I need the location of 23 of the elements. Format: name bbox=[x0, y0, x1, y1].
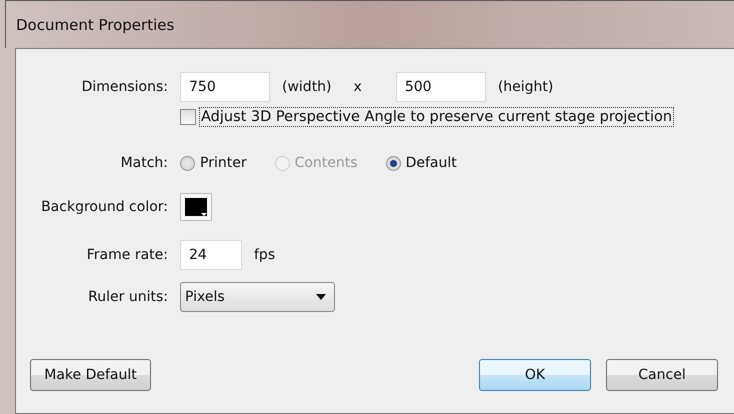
dialog-button[interactable]: Make Default bbox=[30, 359, 151, 391]
height-field[interactable]: 500 bbox=[396, 72, 486, 102]
frame-rate-field[interactable]: 24 bbox=[180, 240, 242, 270]
dialog-button[interactable]: Cancel bbox=[606, 359, 718, 391]
field-label: Background color: bbox=[40, 199, 168, 215]
field-label: Match: bbox=[120, 155, 168, 171]
radio-option[interactable]: Printer bbox=[180, 155, 247, 171]
ruler-units-dropdown[interactable]: Pixels bbox=[180, 282, 335, 312]
unit-label: (height) bbox=[498, 79, 554, 95]
field-label: Ruler units: bbox=[87, 289, 168, 305]
caret-icon bbox=[316, 294, 326, 300]
unit-label: (width) bbox=[282, 79, 332, 95]
radio-option[interactable]: Default bbox=[386, 155, 457, 171]
checkbox-label[interactable]: Adjust 3D Perspective Angle to preserve current stage projection bbox=[200, 108, 674, 126]
dialog-button[interactable]: OK bbox=[479, 359, 591, 391]
color-picker[interactable] bbox=[180, 193, 212, 221]
separator-label: x bbox=[354, 79, 362, 95]
window-title: Document Properties bbox=[16, 16, 174, 34]
field-label: Dimensions: bbox=[80, 79, 168, 95]
width-field[interactable]: 750 bbox=[180, 72, 270, 102]
checkbox[interactable] bbox=[180, 109, 196, 125]
field-label: Frame rate: bbox=[86, 247, 168, 263]
unit-label: fps bbox=[254, 247, 276, 263]
